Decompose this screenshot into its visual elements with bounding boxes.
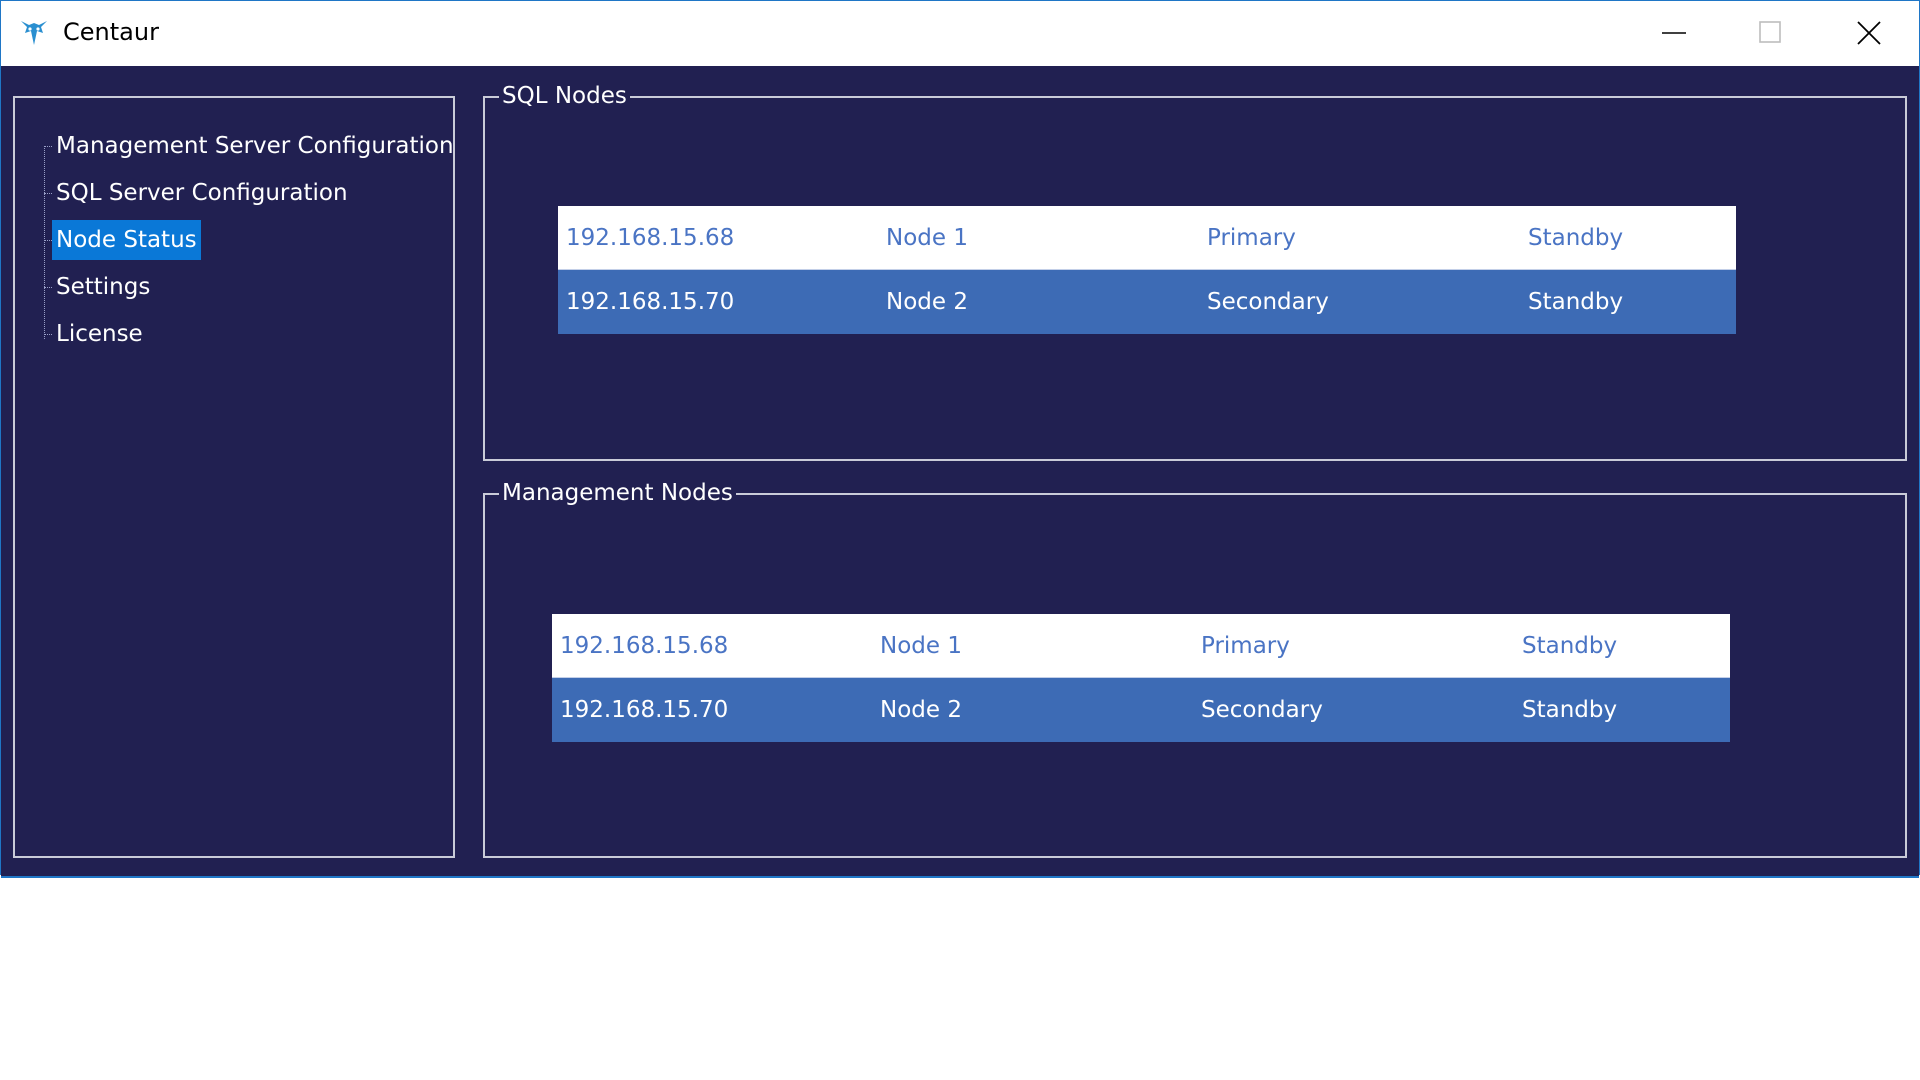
table-row[interactable]: 192.168.15.70 Node 2 Secondary Standby — [552, 678, 1730, 742]
table-row[interactable]: 192.168.15.68 Node 1 Primary Standby — [552, 614, 1730, 678]
app-window: Centaur Management Server Configuration … — [0, 0, 1920, 878]
nav-item-management-server-configuration[interactable]: Management Server Configuration — [52, 126, 458, 166]
tree-tick — [44, 334, 52, 335]
ip-cell: 192.168.15.70 — [560, 697, 729, 723]
sql-nodes-title: SQL Nodes — [499, 80, 630, 112]
table-row[interactable]: 192.168.15.68 Node 1 Primary Standby — [558, 206, 1736, 270]
node-cell: Node 2 — [880, 697, 962, 723]
client-area: Management Server Configuration SQL Serv… — [1, 66, 1919, 878]
centaur-logo-icon — [21, 21, 47, 45]
tree-tick — [44, 146, 52, 147]
title-bar[interactable]: Centaur — [1, 1, 1919, 66]
node-cell: Node 1 — [886, 225, 968, 251]
status-cell: Standby — [1522, 697, 1618, 723]
role-cell: Secondary — [1201, 697, 1323, 723]
ip-cell: 192.168.15.68 — [566, 225, 735, 251]
minimize-button[interactable] — [1626, 1, 1722, 65]
role-cell: Secondary — [1207, 289, 1329, 315]
management-nodes-title: Management Nodes — [499, 477, 736, 509]
status-cell: Standby — [1528, 289, 1624, 315]
management-nodes-grid[interactable]: 192.168.15.68 Node 1 Primary Standby 192… — [552, 614, 1730, 742]
nav-item-settings[interactable]: Settings — [52, 267, 154, 307]
node-cell: Node 1 — [880, 633, 962, 659]
status-cell: Standby — [1528, 225, 1624, 251]
nav-item-license[interactable]: License — [52, 314, 147, 354]
table-row[interactable]: 192.168.15.70 Node 2 Secondary Standby — [558, 270, 1736, 334]
sql-nodes-grid[interactable]: 192.168.15.68 Node 1 Primary Standby 192… — [558, 206, 1736, 334]
role-cell: Primary — [1207, 225, 1296, 251]
tree-tick — [44, 193, 52, 194]
maximize-button[interactable] — [1723, 1, 1819, 65]
nav-item-node-status[interactable]: Node Status — [52, 220, 201, 260]
close-button[interactable] — [1821, 1, 1917, 65]
role-cell: Primary — [1201, 633, 1290, 659]
status-cell: Standby — [1522, 633, 1618, 659]
maximize-icon — [1759, 21, 1781, 43]
minimize-icon — [1662, 32, 1686, 34]
nav-item-sql-server-configuration[interactable]: SQL Server Configuration — [52, 173, 352, 213]
tree-tick — [44, 287, 52, 288]
tree-connector — [44, 146, 45, 339]
ip-cell: 192.168.15.70 — [566, 289, 735, 315]
node-cell: Node 2 — [886, 289, 968, 315]
ip-cell: 192.168.15.68 — [560, 633, 729, 659]
tree-tick — [44, 240, 52, 241]
close-icon — [1857, 21, 1881, 45]
window-title: Centaur — [63, 18, 159, 46]
